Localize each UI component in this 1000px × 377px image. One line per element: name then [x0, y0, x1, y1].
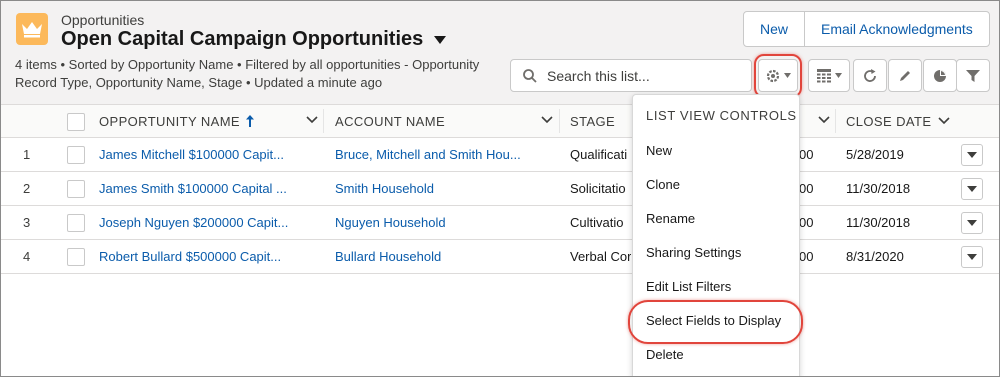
chevron-down-icon: [938, 117, 950, 125]
page-title: Open Capital Campaign Opportunities: [61, 28, 424, 50]
column-header-label: STAGE: [570, 113, 616, 129]
row-number: 3: [23, 215, 31, 230]
stage-cell: Cultivatio: [570, 215, 624, 230]
row-action-button[interactable]: [961, 178, 983, 200]
filter-button[interactable]: [956, 59, 990, 92]
row-checkbox[interactable]: [67, 180, 85, 198]
stage-cell: Verbal Cor: [570, 249, 632, 264]
charts-button[interactable]: [923, 59, 957, 92]
list-view-title[interactable]: Open Capital Campaign Opportunities: [61, 28, 447, 51]
amount-cell: 00: [799, 181, 814, 196]
pencil-icon: [898, 69, 912, 83]
table-row: 4 Robert Bullard $500000 Capit... Bullar…: [1, 240, 999, 274]
caret-down-icon: [834, 73, 842, 78]
menu-item-clone[interactable]: Clone: [646, 177, 680, 192]
new-button[interactable]: New: [744, 12, 804, 46]
edit-button[interactable]: [888, 59, 922, 92]
table-row: 3 Joseph Nguyen $200000 Capit... Nguyen …: [1, 206, 999, 240]
row-action-button[interactable]: [961, 246, 983, 268]
close-date-cell: 5/28/2019: [846, 147, 904, 162]
stage-cell: Qualificati: [570, 147, 628, 162]
close-date-cell: 8/31/2020: [846, 249, 904, 264]
display-as-button[interactable]: [808, 59, 850, 92]
action-button-group: New Email Acknowledgments: [743, 11, 990, 47]
refresh-icon: [863, 68, 877, 83]
column-header-stage[interactable]: STAGE: [570, 105, 615, 137]
object-label: Opportunities: [61, 12, 145, 28]
column-header-label: ACCOUNT NAME: [335, 113, 446, 129]
select-all-checkbox[interactable]: [67, 113, 85, 131]
row-action-button[interactable]: [961, 144, 983, 166]
opportunity-link[interactable]: Joseph Nguyen $200000 Capit...: [99, 206, 309, 239]
column-header-label: OPPORTUNITY NAME: [99, 113, 240, 129]
menu-item-new[interactable]: New: [646, 143, 672, 158]
select-fields-callout: [628, 300, 803, 344]
menu-header: LIST VIEW CONTROLS: [646, 108, 797, 123]
opportunity-link[interactable]: Robert Bullard $500000 Capit...: [99, 240, 309, 273]
table-row: 1 James Mitchell $100000 Capit... Bruce,…: [1, 138, 999, 172]
account-link[interactable]: Smith Household: [335, 172, 550, 205]
close-date-cell: 11/30/2018: [846, 181, 911, 196]
menu-item-sharing-settings[interactable]: Sharing Settings: [646, 245, 741, 260]
list-view-window: Opportunities Open Capital Campaign Oppo…: [0, 0, 1000, 377]
row-checkbox[interactable]: [67, 146, 85, 164]
row-number: 4: [23, 249, 31, 264]
table-row: 2 James Smith $100000 Capital ... Smith …: [1, 172, 999, 206]
gear-button-callout: [754, 54, 802, 98]
column-header-close-date[interactable]: CLOSE DATE: [846, 105, 950, 137]
table-icon: [816, 68, 831, 83]
column-header-label: CLOSE DATE: [846, 113, 932, 129]
search-input[interactable]: Search this list...: [510, 59, 752, 92]
column-header-opportunity-name[interactable]: OPPORTUNITY NAME: [99, 105, 254, 137]
sort-ascending-icon: [246, 115, 254, 127]
column-header-account-name[interactable]: ACCOUNT NAME: [335, 105, 445, 137]
list-view-header: Opportunities Open Capital Campaign Oppo…: [1, 1, 999, 105]
search-icon: [523, 68, 537, 83]
menu-item-rename[interactable]: Rename: [646, 211, 695, 226]
row-number: 1: [23, 147, 31, 162]
list-summary: 4 items • Sorted by Opportunity Name • F…: [15, 57, 480, 90]
crown-icon: [16, 13, 48, 45]
chevron-down-icon[interactable]: [541, 116, 553, 124]
row-checkbox[interactable]: [67, 214, 85, 232]
row-checkbox[interactable]: [67, 248, 85, 266]
chevron-down-icon[interactable]: [306, 116, 318, 124]
table-header: OPPORTUNITY NAME ACCOUNT NAME STAGE CLOS…: [1, 105, 999, 138]
column-divider: [835, 109, 836, 133]
opportunity-link[interactable]: James Smith $100000 Capital ...: [99, 172, 309, 205]
opportunity-link[interactable]: James Mitchell $100000 Capit...: [99, 138, 309, 171]
menu-item-delete[interactable]: Delete: [646, 347, 684, 362]
caret-down-icon: [967, 186, 977, 192]
search-placeholder: Search this list...: [547, 67, 650, 84]
refresh-button[interactable]: [853, 59, 887, 92]
column-divider: [323, 109, 324, 133]
account-link[interactable]: Nguyen Household: [335, 206, 550, 239]
chevron-down-icon[interactable]: [433, 30, 447, 50]
row-number: 2: [23, 181, 31, 196]
menu-item-edit-list-filters[interactable]: Edit List Filters: [646, 279, 731, 294]
filter-icon: [966, 69, 980, 83]
stage-cell: Solicitatio: [570, 181, 626, 196]
pie-chart-icon: [933, 69, 947, 83]
amount-cell: 00: [799, 147, 814, 162]
chevron-down-icon[interactable]: [818, 116, 830, 124]
caret-down-icon: [967, 254, 977, 260]
caret-down-icon: [967, 220, 977, 226]
account-link[interactable]: Bullard Household: [335, 240, 550, 273]
amount-cell: 00: [799, 215, 814, 230]
row-action-button[interactable]: [961, 212, 983, 234]
account-link[interactable]: Bruce, Mitchell and Smith Hou...: [335, 138, 550, 171]
email-acknowledgments-button[interactable]: Email Acknowledgments: [804, 12, 989, 46]
caret-down-icon: [967, 152, 977, 158]
amount-cell: 00: [799, 249, 814, 264]
column-divider: [559, 109, 560, 133]
close-date-cell: 11/30/2018: [846, 215, 911, 230]
